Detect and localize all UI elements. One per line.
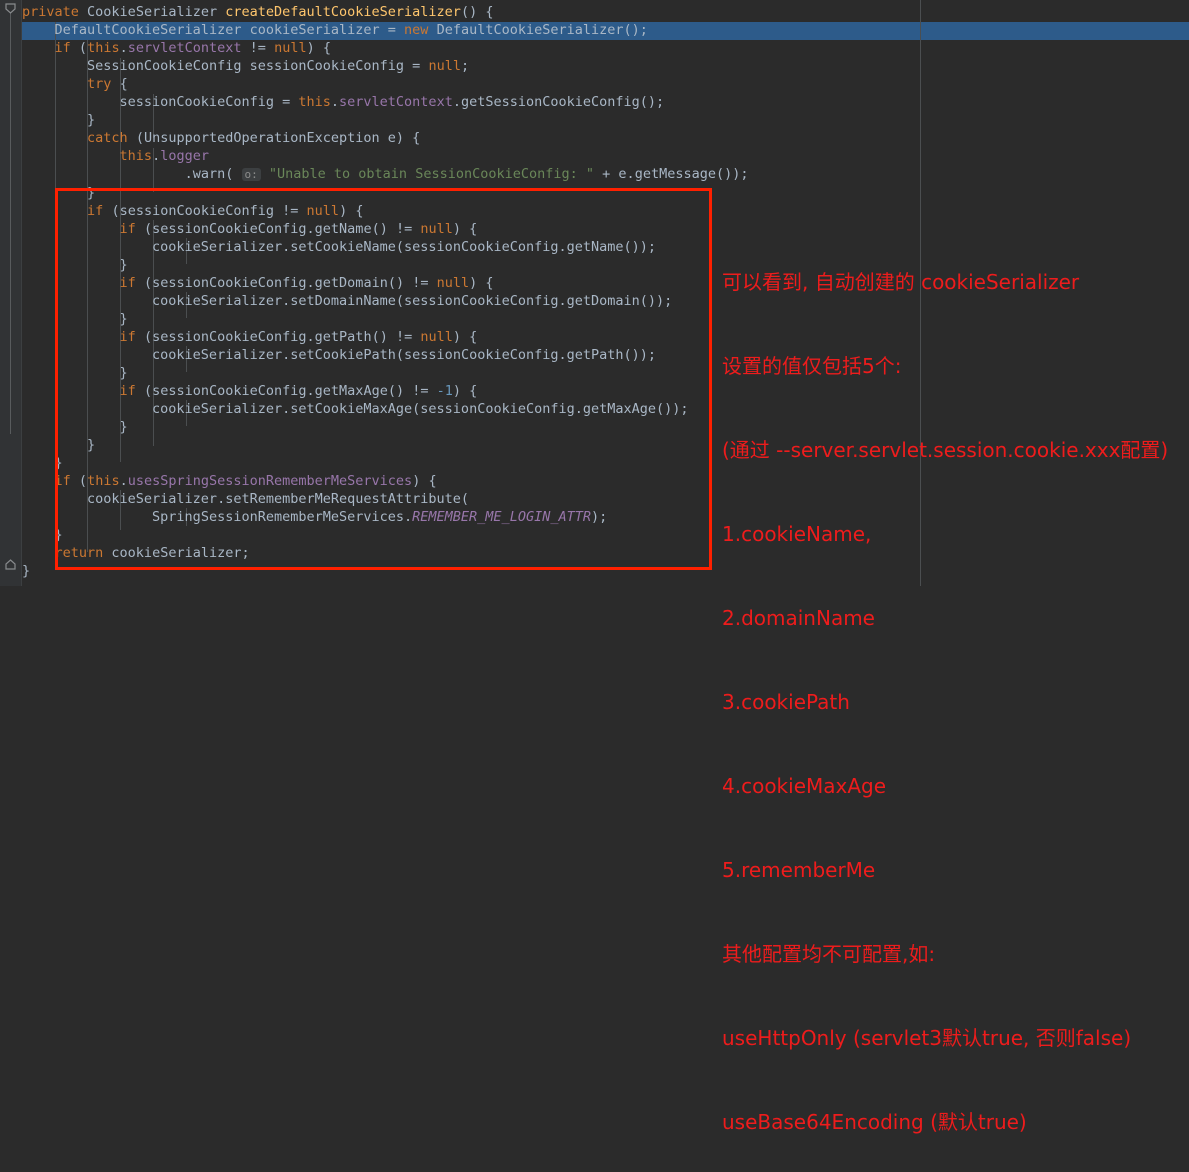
fold-collapse-icon-bottom[interactable] [4,558,17,571]
annotation-line-2: 设置的值仅包括5个: [722,354,902,378]
annotation-line-8: 5.rememberMe [722,858,876,882]
editor-gutter[interactable] [0,0,22,586]
annotation-note: 可以看到, 自动创建的 cookieSerializer 设置的值仅包括5个: … [722,212,1182,1172]
annotation-line-10: useHttpOnly (servlet3默认true, 否则false) [722,1026,1132,1050]
annotation-line-7: 4.cookieMaxAge [722,774,887,798]
annotation-line-5: 2.domainName [722,606,875,630]
annotation-line-1: 可以看到, 自动创建的 cookieSerializer [722,270,1080,294]
annotation-line-11: useBase64Encoding (默认true) [722,1110,1027,1134]
fold-collapse-icon-top[interactable] [4,2,17,15]
annotation-line-6: 3.cookiePath [722,690,850,714]
gutter-fold-range-line [10,13,11,434]
annotation-line-9: 其他配置均不可配置,如: [722,942,936,966]
code-editor[interactable]: private CookieSerializer createDefaultCo… [0,0,1189,1134]
annotation-line-3: (通过 --server.servlet.session.cookie.xxx配… [722,438,1169,462]
annotation-line-4: 1.cookieName, [722,522,872,546]
